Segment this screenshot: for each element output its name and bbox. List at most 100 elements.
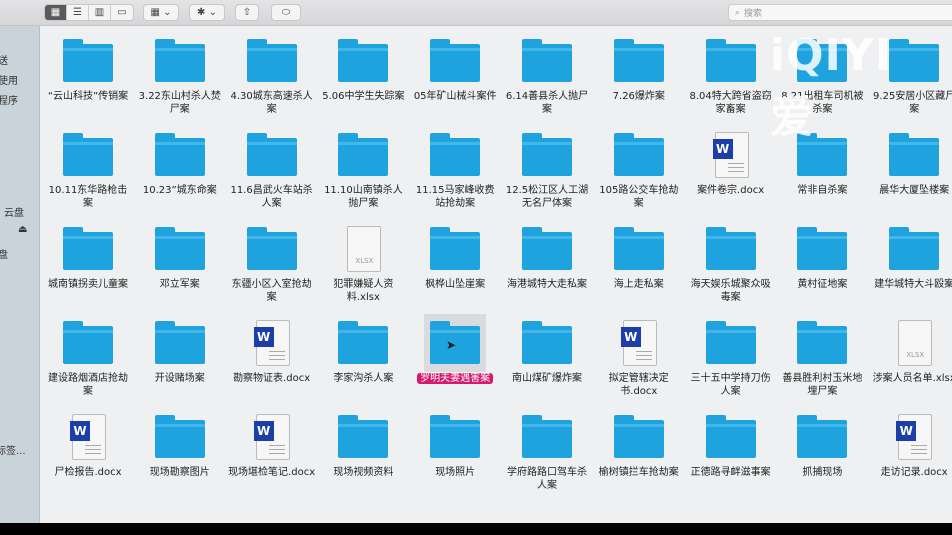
file-name: 拟定管辖决定书.docx <box>608 373 669 397</box>
folder-icon <box>705 415 756 458</box>
folder-icon <box>522 415 572 458</box>
finder-window: ▦ ☰ ▥ ▭ ▦ ⌄ ✱ ⌄ ⇧ ⬭ ⌕ 搜索 送 使用 程序 云盘 ⏏ 盘 标签..… <box>0 0 952 523</box>
file-item[interactable]: 开设赌场案 <box>134 320 226 385</box>
file-item[interactable]: 正德路寻衅滋事案 <box>685 414 777 479</box>
folder-icon <box>338 415 389 458</box>
file-item[interactable]: 12.5松江区人工湖无名尸体案 <box>501 132 593 210</box>
sidebar-item[interactable]: 盘 <box>0 246 8 261</box>
file-item[interactable]: “云山科技”传销案 <box>42 38 134 103</box>
file-name: 黄村征地案 <box>797 279 848 290</box>
folder-icon <box>613 415 664 458</box>
gallery-view-icon[interactable]: ▭ <box>111 5 133 20</box>
folder-icon <box>430 415 481 458</box>
file-item[interactable]: 现场照片 <box>409 414 501 479</box>
file-item[interactable]: 05年矿山械斗案件 <box>409 38 501 103</box>
file-item[interactable]: 6.14善县杀人抛尸案 <box>501 38 593 116</box>
folder-icon <box>613 133 664 176</box>
file-item[interactable]: 学府路路口驾车杀人案 <box>501 414 593 492</box>
icon-view-icon[interactable]: ▦ <box>45 5 67 20</box>
file-item[interactable]: 枫桦山坠崖案 <box>409 226 501 291</box>
file-item[interactable]: 海天娱乐城聚众吸毒案 <box>685 226 777 304</box>
file-item[interactable]: 11.10山南镇杀人抛尸案 <box>317 132 409 210</box>
file-name: 南山煤矿爆炸案 <box>512 373 582 384</box>
file-item[interactable]: W 现场堪检笔记.docx <box>226 414 318 479</box>
folder-icon <box>797 321 848 364</box>
file-item[interactable]: 抓捕现场 <box>776 414 868 479</box>
file-item[interactable]: 海港城特大走私案 <box>501 226 593 291</box>
file-item[interactable]: 11.6昌武火车站杀人案 <box>226 132 318 210</box>
file-name: 学府路路口驾车杀人案 <box>507 467 587 491</box>
file-item[interactable]: 建华城特大斗殴案 <box>868 226 952 291</box>
file-name: 11.10山南镇杀人抛尸案 <box>324 185 403 209</box>
file-item[interactable]: 建设路烟酒店抢劫案 <box>42 320 134 398</box>
file-item[interactable]: 海上走私案 <box>593 226 685 291</box>
file-item[interactable]: 现场视频资料 <box>317 414 409 479</box>
folder-icon <box>613 227 664 270</box>
file-item[interactable]: 5.06中学生失踪案 <box>317 38 409 103</box>
file-item[interactable]: 邓立军案 <box>134 226 226 291</box>
file-item[interactable]: W 拟定管辖决定书.docx <box>593 320 685 398</box>
file-item[interactable]: W 尸检报告.docx <box>42 414 134 479</box>
file-item[interactable]: 8.04特大跨省盗窃家畜案 <box>685 38 777 116</box>
file-name: 12.5松江区人工湖无名尸体案 <box>505 185 589 209</box>
file-item[interactable]: 10.11东华路枪击案 <box>42 132 134 210</box>
file-item[interactable]: W 走访记录.docx <box>868 414 952 479</box>
tag-icon: ⬭ <box>281 7 291 18</box>
eject-icon[interactable]: ⏏ <box>18 224 27 235</box>
folder-icon <box>797 227 848 270</box>
file-item[interactable]: 现场勘察图片 <box>134 414 226 479</box>
word-doc-icon: W <box>253 414 290 460</box>
search-placeholder: 搜索 <box>744 9 763 19</box>
file-item[interactable]: XLSX 涉案人员名单.xlsx <box>868 320 952 385</box>
file-item[interactable]: 榆树镇拦车抢劫案 <box>593 414 685 479</box>
sidebar-item[interactable]: 送 <box>0 52 8 67</box>
file-name: 建设路烟酒店抢劫案 <box>48 373 128 397</box>
file-item[interactable]: 城南镇拐卖儿童案 <box>42 226 134 291</box>
file-name: 海港城特大走私案 <box>507 279 587 290</box>
file-item[interactable]: 黄村征地案 <box>776 226 868 291</box>
folder-icon <box>705 227 756 270</box>
file-item[interactable]: 3.22东山村杀人焚尸案 <box>134 38 226 116</box>
file-item[interactable]: W 案件卷宗.docx <box>685 132 777 197</box>
list-view-icon[interactable]: ☰ <box>67 5 89 20</box>
file-item[interactable]: 东疆小区入室抢劫案 <box>226 226 318 304</box>
file-item[interactable]: 105路公交车抢劫案 <box>593 132 685 210</box>
file-item-selected[interactable]: 罗明夫妻遇害案 <box>409 314 501 385</box>
sidebar-item[interactable]: 使用 <box>0 72 18 87</box>
folder-icon <box>154 227 205 270</box>
sidebar-item[interactable]: 程序 <box>0 92 18 107</box>
file-name: 犯罪嫌疑人资料.xlsx <box>333 279 394 303</box>
file-name: 涉案人员名单.xlsx <box>872 373 952 384</box>
column-view-icon[interactable]: ▥ <box>89 5 111 20</box>
file-name: “云山科技”传销案 <box>47 91 129 102</box>
tag-button[interactable]: ⬭ <box>271 4 301 21</box>
file-name: 7.26爆炸案 <box>612 91 665 102</box>
file-item[interactable]: W 勘察物证表.docx <box>226 320 318 385</box>
file-name: 尸检报告.docx <box>54 467 122 478</box>
view-switcher[interactable]: ▦ ☰ ▥ ▭ <box>44 4 134 21</box>
file-item[interactable]: XLSX 犯罪嫌疑人资料.xlsx <box>317 226 409 304</box>
sidebar: 送 使用 程序 云盘 ⏏ 盘 标签... <box>0 26 40 523</box>
share-button[interactable]: ⇧ <box>235 4 259 21</box>
action-button[interactable]: ✱ ⌄ <box>189 4 225 21</box>
toolbar: ▦ ☰ ▥ ▭ ▦ ⌄ ✱ ⌄ ⇧ ⬭ ⌕ 搜索 <box>0 0 952 26</box>
file-item[interactable]: 李家沟杀人案 <box>317 320 409 385</box>
folder-icon <box>246 227 297 270</box>
file-item[interactable]: 10.23”城东命案 <box>134 132 226 197</box>
word-doc-icon: W <box>712 132 749 178</box>
file-item[interactable]: 4.30城东高速杀人案 <box>226 38 318 116</box>
sidebar-item[interactable]: 云盘 <box>4 204 24 219</box>
file-name: 8.04特大跨省盗窃家畜案 <box>689 91 772 115</box>
search-field[interactable]: ⌕ 搜索 <box>728 4 952 21</box>
sidebar-item[interactable]: 标签... <box>0 442 26 457</box>
file-name: 榆树镇拦车抢劫案 <box>598 467 679 478</box>
file-item[interactable]: 善县胜利村玉米地埋尸案 <box>776 320 868 398</box>
file-item[interactable]: 11.15马家峰收费站抢劫案 <box>409 132 501 210</box>
folder-icon <box>430 39 481 82</box>
file-item[interactable]: 南山煤矿爆炸案 <box>501 320 593 385</box>
file-item[interactable]: 7.26爆炸案 <box>593 38 685 103</box>
file-name: 现场堪检笔记.docx <box>228 467 316 478</box>
file-name: 开设赌场案 <box>154 373 205 384</box>
group-button[interactable]: ▦ ⌄ <box>143 4 179 21</box>
file-item[interactable]: 三十五中学持刀伤人案 <box>685 320 777 398</box>
